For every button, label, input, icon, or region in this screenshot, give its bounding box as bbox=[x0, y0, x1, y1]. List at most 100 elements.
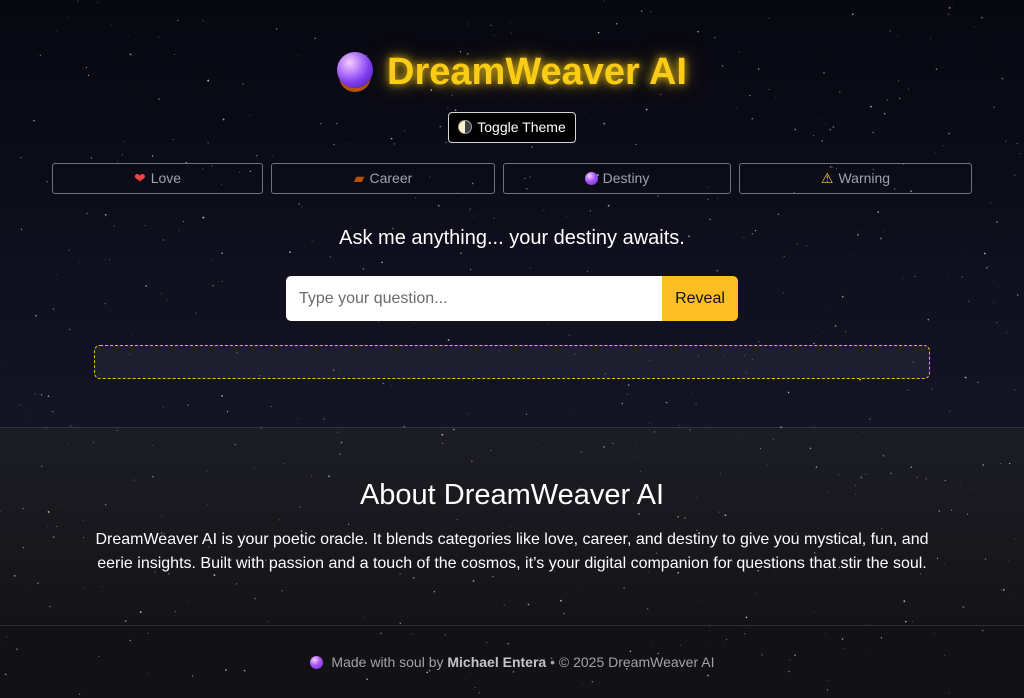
star bbox=[221, 252, 223, 255]
star bbox=[824, 633, 826, 635]
star bbox=[490, 24, 492, 26]
star bbox=[998, 287, 1000, 289]
star bbox=[456, 518, 459, 521]
star bbox=[157, 36, 160, 38]
star bbox=[116, 119, 118, 121]
star bbox=[927, 318, 930, 321]
star bbox=[1016, 142, 1018, 145]
star bbox=[390, 385, 392, 387]
star bbox=[726, 638, 728, 640]
star bbox=[746, 612, 748, 613]
star bbox=[543, 209, 545, 211]
star bbox=[478, 691, 481, 694]
star bbox=[333, 143, 335, 146]
category-warning-button[interactable]: ⚠ Warning bbox=[739, 163, 972, 194]
star bbox=[639, 470, 641, 472]
star bbox=[1014, 538, 1017, 540]
star bbox=[403, 425, 406, 428]
star bbox=[4, 673, 7, 676]
star bbox=[794, 128, 797, 131]
star bbox=[1014, 389, 1016, 391]
star bbox=[983, 252, 986, 255]
star bbox=[603, 122, 606, 125]
star bbox=[902, 277, 904, 279]
toggle-theme-button[interactable]: Toggle Theme bbox=[448, 112, 576, 143]
star bbox=[46, 180, 48, 183]
star bbox=[166, 298, 168, 301]
star bbox=[20, 404, 22, 406]
star bbox=[116, 429, 119, 432]
star bbox=[447, 107, 449, 110]
star bbox=[988, 266, 990, 268]
star bbox=[226, 410, 229, 413]
star bbox=[390, 137, 393, 140]
star bbox=[766, 464, 768, 466]
star bbox=[862, 431, 864, 433]
star bbox=[467, 23, 470, 25]
star bbox=[942, 145, 944, 147]
star bbox=[911, 621, 913, 623]
star bbox=[527, 603, 530, 606]
star bbox=[865, 623, 867, 625]
footer-copyright: • © 2025 DreamWeaver AI bbox=[550, 654, 715, 670]
star bbox=[832, 126, 835, 128]
question-input[interactable] bbox=[286, 276, 663, 321]
star bbox=[780, 426, 783, 429]
star bbox=[362, 268, 365, 270]
category-love-button[interactable]: ❤ Love bbox=[52, 163, 263, 194]
star bbox=[251, 457, 253, 458]
star bbox=[128, 36, 129, 37]
star bbox=[411, 633, 413, 635]
star bbox=[821, 140, 824, 142]
star bbox=[689, 429, 691, 431]
star bbox=[890, 472, 892, 474]
star bbox=[635, 445, 636, 447]
star bbox=[736, 107, 738, 109]
star bbox=[603, 446, 605, 448]
star bbox=[46, 526, 48, 528]
star bbox=[848, 436, 850, 437]
star bbox=[714, 36, 716, 39]
star bbox=[914, 275, 916, 277]
star bbox=[657, 194, 659, 197]
star bbox=[69, 425, 72, 427]
category-destiny-button[interactable]: Destiny bbox=[503, 163, 731, 194]
star bbox=[947, 13, 950, 16]
star bbox=[651, 643, 653, 644]
star bbox=[948, 132, 951, 135]
star bbox=[469, 209, 471, 212]
star bbox=[826, 679, 828, 681]
star bbox=[490, 450, 492, 452]
star bbox=[653, 431, 656, 433]
star bbox=[77, 0, 79, 2]
star bbox=[29, 415, 31, 417]
page-title: DreamWeaver AI bbox=[0, 46, 1024, 98]
star bbox=[865, 473, 867, 476]
star bbox=[187, 404, 189, 406]
footer-credits: Made with soul by Michael Entera • © 202… bbox=[0, 652, 1024, 672]
star bbox=[910, 466, 913, 468]
star bbox=[948, 410, 951, 413]
about-title: About DreamWeaver AI bbox=[359, 479, 665, 511]
reveal-button[interactable]: Reveal bbox=[662, 276, 738, 321]
star bbox=[124, 620, 127, 622]
star bbox=[68, 328, 71, 331]
star bbox=[826, 689, 829, 691]
star bbox=[278, 519, 280, 521]
star bbox=[984, 558, 987, 560]
star bbox=[999, 334, 1001, 335]
star bbox=[981, 16, 983, 19]
star bbox=[86, 212, 88, 215]
star bbox=[281, 471, 283, 473]
star bbox=[460, 252, 462, 254]
star bbox=[948, 692, 950, 694]
page-title-text: DreamWeaver AI bbox=[387, 51, 687, 93]
star bbox=[782, 292, 784, 294]
star bbox=[337, 431, 339, 434]
star bbox=[741, 626, 742, 628]
star bbox=[412, 576, 415, 579]
star bbox=[403, 130, 406, 132]
star bbox=[692, 139, 693, 141]
star bbox=[708, 426, 709, 428]
category-career-button[interactable]: ▰ Career bbox=[271, 163, 495, 194]
